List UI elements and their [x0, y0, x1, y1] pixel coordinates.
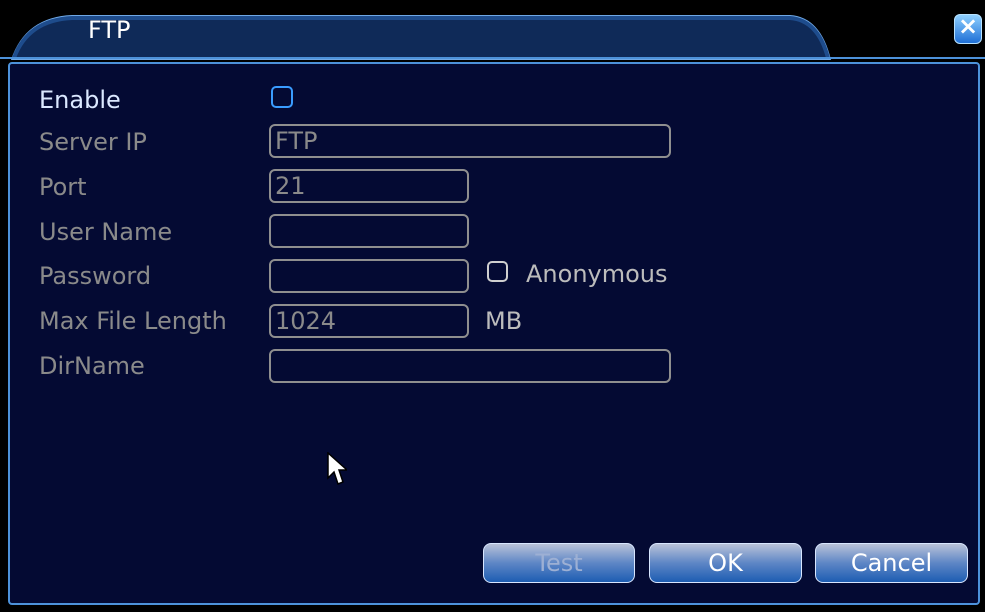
title-bar: FTP ×: [0, 0, 985, 60]
password-field[interactable]: [269, 259, 469, 293]
ftp-dialog: FTP × Enable Server IP FTP Port 21 User …: [0, 0, 985, 612]
ok-button[interactable]: OK: [649, 543, 802, 583]
max-file-length-field[interactable]: 1024: [269, 304, 469, 338]
enable-checkbox[interactable]: [271, 86, 293, 108]
user-name-field[interactable]: [269, 214, 469, 248]
mouse-pointer-icon: [327, 452, 347, 485]
anonymous-label: Anonymous: [526, 260, 668, 288]
max-file-length-label: Max File Length: [39, 307, 227, 335]
cancel-button[interactable]: Cancel: [815, 543, 968, 583]
anonymous-checkbox[interactable]: [487, 261, 508, 282]
test-button[interactable]: Test: [483, 543, 635, 583]
close-button[interactable]: ×: [954, 12, 982, 44]
dirname-field[interactable]: [269, 349, 671, 383]
mb-unit-label: MB: [485, 307, 523, 335]
close-icon: ×: [957, 12, 979, 40]
server-ip-label: Server IP: [39, 128, 147, 156]
user-name-label: User Name: [39, 218, 173, 246]
server-ip-field[interactable]: FTP: [269, 124, 671, 158]
dirname-label: DirName: [39, 352, 145, 380]
port-label: Port: [39, 173, 87, 201]
password-label: Password: [39, 262, 152, 290]
title-tab-shape: [0, 15, 985, 60]
port-field[interactable]: 21: [269, 169, 469, 203]
window-title: FTP: [88, 16, 131, 44]
enable-label: Enable: [39, 86, 121, 114]
